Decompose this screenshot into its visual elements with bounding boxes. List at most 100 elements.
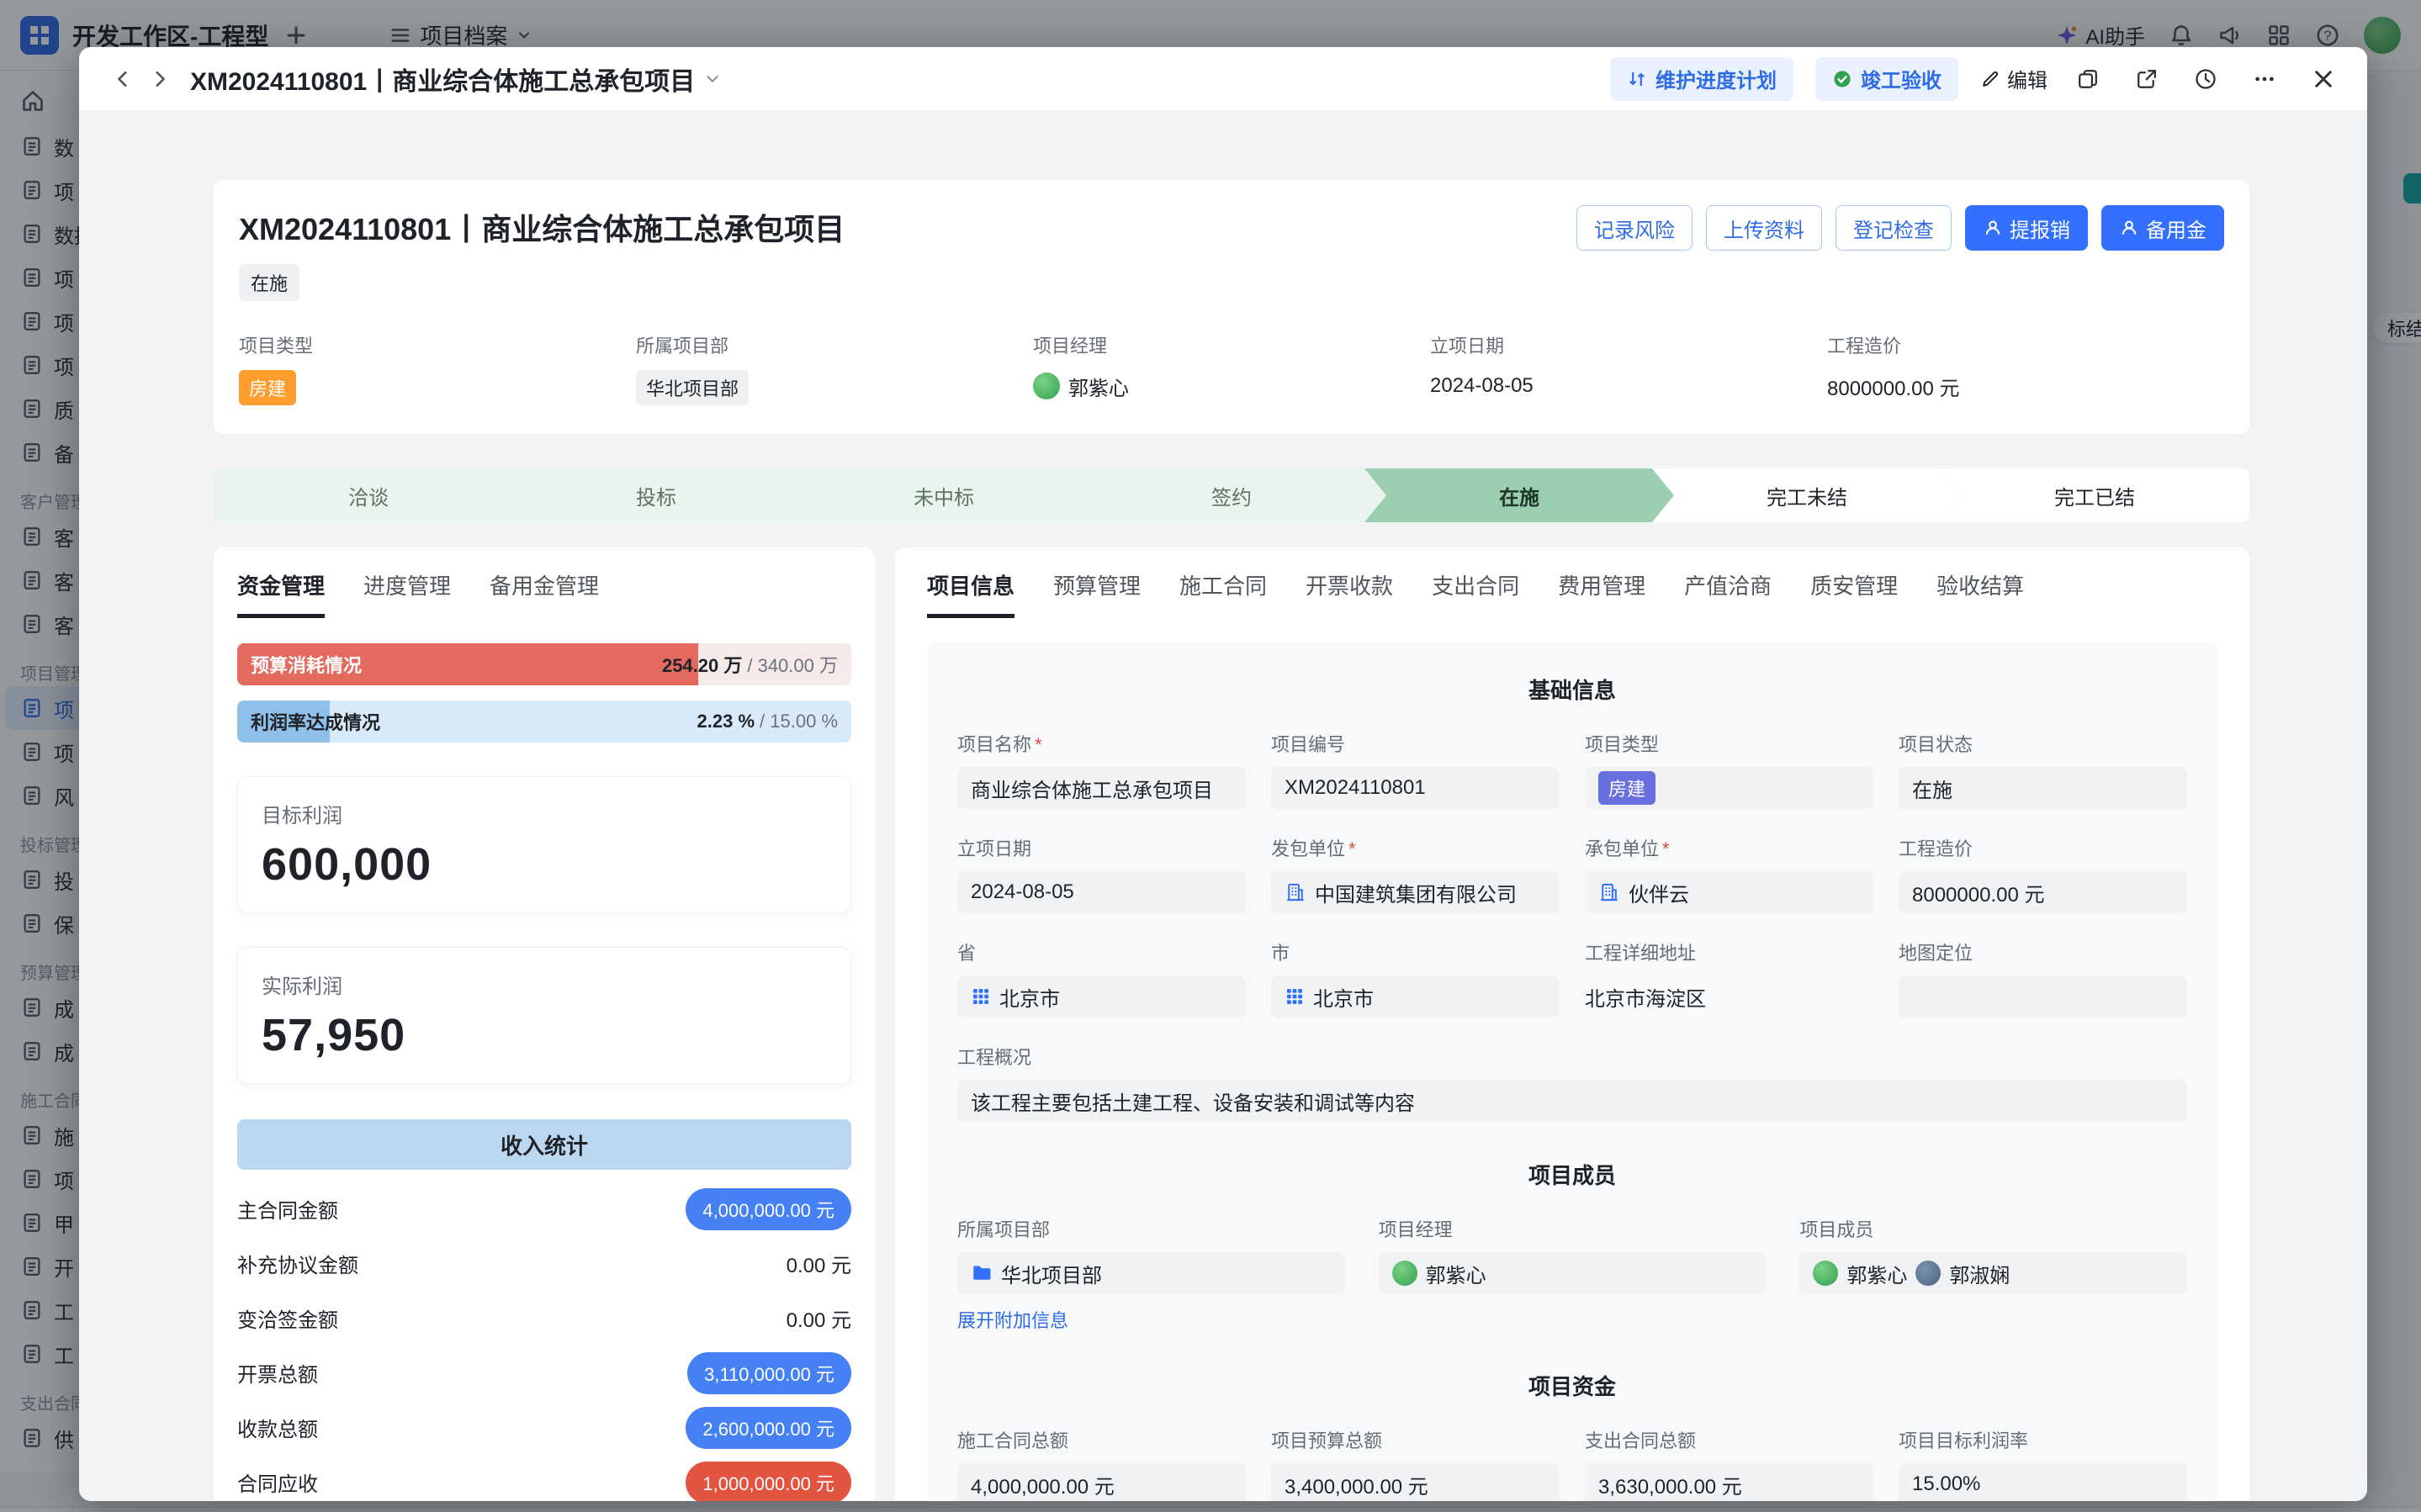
form-field: 立项日期 2024-08-05 2024-08-05	[957, 834, 1246, 913]
field-value[interactable]: 15.00%	[1899, 1463, 2187, 1501]
project-info-panel: 项目信息预算管理施工合同开票收款支出合同费用管理产值洽商质安管理验收结算 基础信…	[895, 547, 2249, 1501]
status-badge: 在施	[239, 264, 299, 301]
stage-stepper: 洽谈投标未中标签约在施完工未结完工已结	[214, 468, 2249, 522]
summary-field: 项目经理 郭紫心 郭紫心	[1033, 331, 1430, 405]
field-value[interactable]: 房建 房建	[1585, 767, 1873, 809]
budget-progress-bar: 预算消耗情况 254.20 万/ 340.00 万	[237, 643, 851, 685]
field-value[interactable]	[1899, 975, 2187, 1018]
dept-value[interactable]: 华北项目部	[957, 1252, 1345, 1294]
field-value[interactable]: 该工程主要包括土建工程、设备安装和调试等内容 该工程主要包括土建工程、设备安装和…	[957, 1080, 2187, 1122]
back-button[interactable]	[104, 61, 141, 98]
summary-field: 工程造价 8000000.00 元 8000000.00 元	[1827, 331, 2224, 405]
info-tab[interactable]: 项目信息	[927, 569, 1014, 618]
more-icon[interactable]	[2246, 61, 2283, 98]
info-tab[interactable]: 产值洽商	[1684, 569, 1772, 618]
building-icon	[1598, 881, 1620, 903]
project-detail-modal: XM2024110801丨商业综合体施工总承包项目 维护进度计划 竣工验收	[79, 47, 2367, 1501]
summary-action-button[interactable]: 记录风险	[1576, 205, 1693, 251]
stage-step[interactable]: 完工未结	[1652, 468, 1962, 522]
info-tab[interactable]: 费用管理	[1558, 569, 1645, 618]
stage-step[interactable]: 完工已结	[1940, 468, 2249, 522]
actual-profit-value: 57,950	[262, 1009, 827, 1061]
edit-button[interactable]: 编辑	[1980, 64, 2048, 93]
amount-pill: 4,000,000.00 元	[686, 1188, 851, 1230]
summary-action-button[interactable]: 上传资料	[1706, 205, 1822, 251]
income-statistics-button[interactable]: 收入统计	[237, 1119, 851, 1170]
finance-tab[interactable]: 资金管理	[237, 569, 325, 618]
share-icon[interactable]	[2128, 61, 2165, 98]
field-value[interactable]: 伙伴云 伙伴云	[1585, 871, 1873, 913]
expand-extra-info-link[interactable]: 展开附加信息	[957, 1306, 1345, 1333]
funds-fields-grid: 施工合同总额 4,000,000.00 元 项目预算总额 3,400,000.0…	[957, 1426, 2187, 1501]
summary-action-button[interactable]: 备用金	[2101, 205, 2224, 251]
title-chevron-down-icon[interactable]	[703, 70, 722, 88]
stage-step[interactable]: 投标	[501, 468, 811, 522]
profit-progress-bar: 利润率达成情况 2.23 %/ 15.00 %	[237, 700, 851, 743]
info-tab[interactable]: 质安管理	[1810, 569, 1898, 618]
amount-pill: 2,600,000.00 元	[686, 1407, 851, 1449]
finance-rows: 主合同金额 4,000,000.00 元 补充协议金额 0.00 元 变洽签金额…	[237, 1182, 851, 1501]
field-value[interactable]: 8000000.00 元 8000000.00 元	[1899, 871, 2187, 913]
members-value[interactable]: 郭紫心 郭淑娴	[1799, 1252, 2187, 1294]
manager-field: 项目经理 郭紫心	[1379, 1215, 1767, 1333]
field-value[interactable]: 2024-08-05 2024-08-05	[957, 871, 1246, 913]
finance-tab[interactable]: 进度管理	[363, 569, 451, 618]
summary-action-button[interactable]: 提报销	[1965, 205, 2088, 251]
stage-step[interactable]: 未中标	[789, 468, 1099, 522]
stage-step[interactable]: 签约	[1077, 468, 1386, 522]
info-tab[interactable]: 施工合同	[1179, 569, 1267, 618]
field-value[interactable]: 3,400,000.00 元	[1271, 1463, 1560, 1501]
amount-pill: 1,000,000.00 元	[686, 1462, 851, 1502]
region-grid-icon	[1285, 986, 1305, 1007]
field-value[interactable]: 北京市 北京市	[1271, 975, 1560, 1018]
avatar	[1392, 1261, 1417, 1286]
stage-step[interactable]: 洽谈	[214, 468, 523, 522]
pencil-icon	[1980, 69, 2000, 89]
summary-field: 所属项目部 华北项目部 华北项目部	[636, 331, 1033, 405]
field-tag: 房建	[1598, 771, 1655, 805]
field-value[interactable]: 在施 在施	[1899, 767, 2187, 809]
person-badge-icon	[1983, 218, 2003, 238]
section-members: 项目成员	[957, 1159, 2187, 1190]
person-badge-icon	[2119, 218, 2139, 238]
finance-row: 合同应收 1,000,000.00 元	[237, 1455, 851, 1501]
info-tab[interactable]: 开票收款	[1306, 569, 1393, 618]
folder-icon	[971, 1262, 993, 1284]
field-value[interactable]: 北京市海淀区 北京市海淀区	[1585, 975, 1873, 1018]
field-value[interactable]: 4,000,000.00 元	[957, 1463, 1246, 1501]
field-value[interactable]: 中国建筑集团有限公司 中国建筑集团有限公司	[1271, 871, 1560, 913]
field-value[interactable]: 3,630,000.00 元	[1585, 1463, 1873, 1501]
summary-action-button[interactable]: 登记检查	[1836, 205, 1952, 251]
stage-step[interactable]: 在施	[1364, 468, 1674, 522]
actual-profit-card: 实际利润 57,950	[237, 947, 851, 1084]
form-field: 省 北京市 北京市	[957, 938, 1246, 1018]
info-tab[interactable]: 预算管理	[1053, 569, 1141, 618]
form-field: 地图定位	[1899, 938, 2187, 1018]
project-summary-card: XM2024110801丨商业综合体施工总承包项目 记录风险 上传资料	[214, 180, 2249, 434]
history-clock-icon[interactable]	[2187, 61, 2224, 98]
copy-icon[interactable]	[2069, 61, 2106, 98]
basic-fields-grid: 项目名称* 商业综合体施工总承包项目 商业综合体施工总承包	[957, 730, 2187, 1122]
finance-tab[interactable]: 备用金管理	[490, 569, 599, 618]
field-value[interactable]: 北京市 北京市	[957, 975, 1246, 1018]
info-tab[interactable]: 支出合同	[1432, 569, 1519, 618]
target-profit-card: 目标利润 600,000	[237, 776, 851, 913]
modal-title: XM2024110801丨商业综合体施工总承包项目	[190, 61, 695, 98]
forward-button[interactable]	[141, 61, 178, 98]
field-tag: 房建	[239, 370, 296, 405]
finance-row: 主合同金额 4,000,000.00 元	[237, 1182, 851, 1236]
info-body: 基础信息 项目名称*	[927, 642, 2217, 1501]
info-tab[interactable]: 验收结算	[1936, 569, 2024, 618]
field-value[interactable]: 商业综合体施工总承包项目 商业综合体施工总承包项目	[957, 767, 1246, 809]
completion-acceptance-button[interactable]: 竣工验收	[1815, 57, 1958, 101]
avatar	[1915, 1261, 1941, 1286]
field-value[interactable]: XM2024110801 XM2024110801	[1271, 767, 1560, 809]
close-icon[interactable]	[2305, 61, 2342, 98]
maintain-schedule-button[interactable]: 维护进度计划	[1610, 57, 1793, 101]
summary-actions: 记录风险 上传资料 登记检查	[1576, 205, 2224, 251]
manager-value[interactable]: 郭紫心	[1379, 1252, 1767, 1294]
form-field: 项目类型 房建 房建	[1585, 730, 1873, 809]
finance-row: 收款总额 2,600,000.00 元	[237, 1400, 851, 1455]
summary-field: 立项日期 2024-08-05 2024-08-05	[1430, 331, 1827, 405]
finance-row: 变洽签金额 0.00 元	[237, 1291, 851, 1345]
